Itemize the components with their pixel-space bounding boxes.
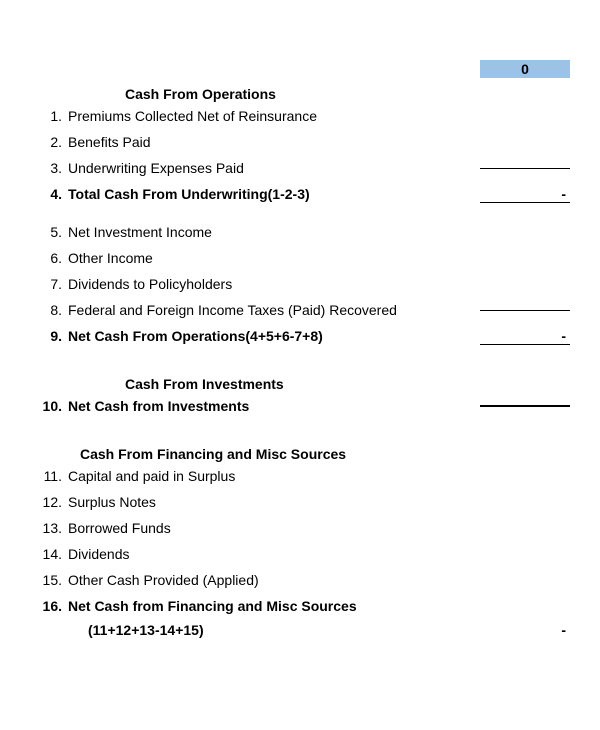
item-label: Borrowed Funds — [68, 520, 480, 536]
section-header-investments: Cash From Investments — [125, 376, 570, 392]
item-label: Other Income — [68, 250, 480, 266]
item-label: Net Investment Income — [68, 224, 480, 240]
item-label: Surplus Notes — [68, 494, 480, 510]
item-value: - — [480, 186, 570, 203]
item-number: 16. — [30, 598, 68, 614]
section-header-financing: Cash From Financing and Misc Sources — [80, 446, 570, 462]
section-header-operations: Cash From Operations — [125, 86, 570, 102]
line-item: 8. Federal and Foreign Income Taxes (Pai… — [30, 300, 570, 320]
line-item: 6. Other Income — [30, 248, 570, 268]
item-label: Net Cash from Financing and Misc Sources — [68, 598, 480, 614]
item-label: Other Cash Provided (Applied) — [68, 572, 480, 588]
item-number: 10. — [30, 398, 68, 414]
line-item: 3. Underwriting Expenses Paid — [30, 158, 570, 178]
item-value — [480, 310, 570, 311]
item-number: 12. — [30, 494, 68, 510]
item-number: 15. — [30, 572, 68, 588]
item-number: 11. — [30, 468, 68, 484]
total-row: 16. Net Cash from Financing and Misc Sou… — [30, 596, 570, 616]
item-label: Net Cash from Investments — [68, 398, 480, 414]
total-row: 10. Net Cash from Investments — [30, 396, 570, 416]
item-value: - — [480, 328, 570, 345]
item-number: 2. — [30, 134, 68, 150]
line-item: 5. Net Investment Income — [30, 222, 570, 242]
line-item: 15. Other Cash Provided (Applied) — [30, 570, 570, 590]
line-item: 1. Premiums Collected Net of Reinsurance — [30, 106, 570, 126]
item-label: Federal and Foreign Income Taxes (Paid) … — [68, 302, 480, 318]
item-label: Net Cash From Operations(4+5+6-7+8) — [68, 328, 480, 344]
total-formula-row: (11+12+13-14+15) - — [30, 622, 570, 638]
item-number: 6. — [30, 250, 68, 266]
item-label: Total Cash From Underwriting(1-2-3) — [68, 186, 480, 202]
line-item: 2. Benefits Paid — [30, 132, 570, 152]
item-number: 8. — [30, 302, 68, 318]
item-number: 1. — [30, 108, 68, 124]
item-number: 13. — [30, 520, 68, 536]
line-item: 14. Dividends — [30, 544, 570, 564]
item-value: - — [480, 622, 570, 638]
line-item: 7. Dividends to Policyholders — [30, 274, 570, 294]
item-label: Underwriting Expenses Paid — [68, 160, 480, 176]
line-item: 13. Borrowed Funds — [30, 518, 570, 538]
line-item: 12. Surplus Notes — [30, 492, 570, 512]
item-label: Capital and paid in Surplus — [68, 468, 480, 484]
item-number: 14. — [30, 546, 68, 562]
item-number: 3. — [30, 160, 68, 176]
formula-text: (11+12+13-14+15) — [88, 622, 204, 638]
item-label: Dividends — [68, 546, 480, 562]
item-label: Benefits Paid — [68, 134, 480, 150]
item-value — [480, 168, 570, 169]
item-value — [480, 405, 570, 407]
total-row: 9. Net Cash From Operations(4+5+6-7+8) - — [30, 326, 570, 346]
total-row: 4. Total Cash From Underwriting(1-2-3) - — [30, 184, 570, 204]
item-number: 4. — [30, 186, 68, 202]
item-number: 5. — [30, 224, 68, 240]
top-value-cell: 0 — [480, 60, 570, 78]
item-number: 9. — [30, 328, 68, 344]
item-number: 7. — [30, 276, 68, 292]
item-label: Dividends to Policyholders — [68, 276, 480, 292]
line-item: 11. Capital and paid in Surplus — [30, 466, 570, 486]
item-label: Premiums Collected Net of Reinsurance — [68, 108, 480, 124]
